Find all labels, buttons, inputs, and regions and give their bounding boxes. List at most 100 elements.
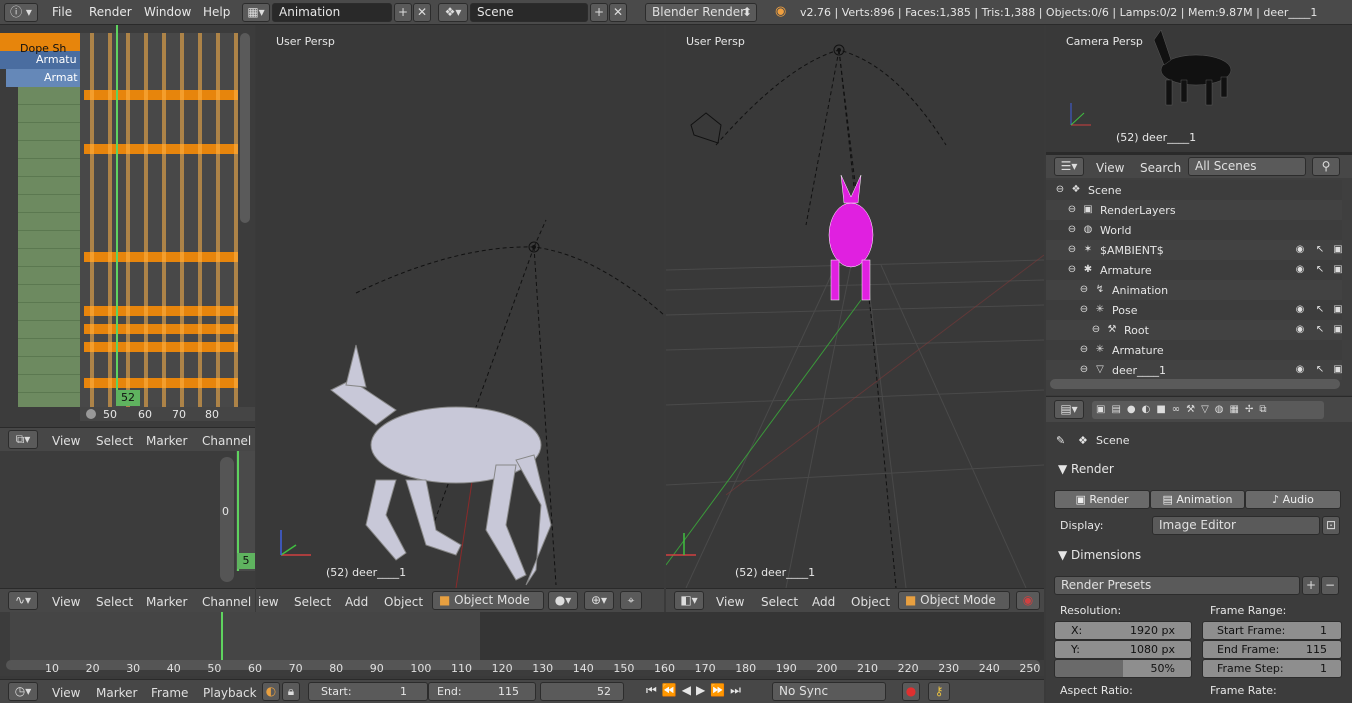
eye-icon[interactable]: ◉ bbox=[1294, 324, 1306, 336]
add-preset-button[interactable]: + bbox=[1302, 576, 1320, 595]
animation-button[interactable]: ▤ Animation bbox=[1150, 490, 1245, 509]
timeline-menu-playback[interactable]: Playback bbox=[203, 686, 257, 700]
vl-menu-view[interactable]: iew bbox=[258, 595, 279, 609]
outliner-item[interactable]: ⊖ ✶ $AMBIENT$ ◉ ↖ ▣ bbox=[1046, 240, 1343, 260]
timeline-menu-view[interactable]: View bbox=[52, 686, 80, 700]
scroll-handle-icon[interactable] bbox=[86, 409, 96, 419]
camera-icon[interactable]: ▣ bbox=[1332, 324, 1344, 336]
layout-selector-button[interactable]: ▦▾ bbox=[242, 3, 270, 22]
render-panel-header[interactable]: ▼ Render bbox=[1058, 462, 1114, 476]
info-editor-type-button[interactable]: ⓘ ▾ bbox=[4, 3, 38, 22]
vr-menu-select[interactable]: Select bbox=[761, 595, 798, 609]
dopesheet-menu-marker[interactable]: Marker bbox=[146, 434, 187, 448]
vl-menu-object[interactable]: Object bbox=[384, 595, 423, 609]
sync-mode-dropdown[interactable]: No Sync bbox=[772, 682, 886, 701]
expand-toggle-icon[interactable]: ⊖ bbox=[1078, 284, 1090, 296]
resolution-y-field[interactable]: Y: 1080 px bbox=[1054, 640, 1192, 659]
timeline-end-field[interactable]: End: 115 bbox=[428, 682, 536, 701]
start-frame-field[interactable]: Start Frame: 1 bbox=[1202, 621, 1342, 640]
layout-name-field[interactable]: Animation bbox=[272, 3, 392, 22]
current-frame-indicator[interactable]: 52 bbox=[116, 390, 140, 406]
viewport-left[interactable]: User Persp (52) deer____1 bbox=[256, 25, 664, 588]
dopesheet-menu-channel[interactable]: Channel bbox=[202, 434, 251, 448]
dopesheet-menu-view[interactable]: View bbox=[52, 434, 80, 448]
scene-name-field[interactable]: Scene bbox=[470, 3, 588, 22]
expand-toggle-icon[interactable]: ⊖ bbox=[1066, 224, 1078, 236]
remove-scene-button[interactable]: ✕ bbox=[609, 3, 627, 22]
outliner-item[interactable]: ⊖ ◍ World bbox=[1046, 220, 1342, 240]
vr-menu-object[interactable]: Object bbox=[851, 595, 890, 609]
graph-menu-marker[interactable]: Marker bbox=[146, 595, 187, 609]
frame-step-field[interactable]: Frame Step: 1 bbox=[1202, 659, 1342, 678]
properties-context-tabs[interactable]: ▣▤●◐■∞⚒▽◍▦✢⧉ bbox=[1092, 401, 1324, 419]
channel-list[interactable] bbox=[18, 87, 80, 407]
eye-icon[interactable]: ◉ bbox=[1294, 364, 1306, 376]
menu-file[interactable]: File bbox=[52, 5, 72, 19]
vl-menu-select[interactable]: Select bbox=[294, 595, 331, 609]
graph-menu-channel[interactable]: Channel bbox=[202, 595, 251, 609]
lock-time-button[interactable]: 🔒︎ bbox=[282, 682, 300, 701]
vr-mode-dropdown[interactable]: ■ Object Mode bbox=[898, 591, 1010, 610]
outliner-menu-view[interactable]: View bbox=[1096, 161, 1124, 175]
camera-icon[interactable]: ▣ bbox=[1332, 304, 1344, 316]
outliner-item[interactable]: ⊖ ▣ RenderLayers bbox=[1046, 200, 1342, 220]
outliner-editor-type-button[interactable]: ☰▾ bbox=[1054, 157, 1084, 176]
vl-pivot-button[interactable]: ⊕▾ bbox=[584, 591, 614, 610]
vl-mode-dropdown[interactable]: ■ Object Mode bbox=[432, 591, 544, 610]
vl-menu-add[interactable]: Add bbox=[345, 595, 368, 609]
record-button[interactable]: ● bbox=[902, 682, 920, 701]
graph-editor-type-button[interactable]: ∿▾ bbox=[8, 591, 38, 610]
lock-interface-button[interactable]: ⊡ bbox=[1322, 516, 1340, 535]
graph-editor[interactable]: 0 5 bbox=[0, 451, 255, 588]
playback-controls[interactable]: ⏮⏪◀▶⏩⏭ bbox=[646, 683, 766, 702]
eye-icon[interactable]: ◉ bbox=[1294, 304, 1306, 316]
pin-icon[interactable]: ✎ bbox=[1056, 434, 1065, 447]
eye-icon[interactable]: ◉ bbox=[1294, 264, 1306, 276]
expand-toggle-icon[interactable]: ⊖ bbox=[1066, 244, 1078, 256]
display-dropdown[interactable]: Image Editor bbox=[1152, 516, 1320, 535]
render-presets-dropdown[interactable]: Render Presets bbox=[1054, 576, 1300, 595]
outliner-tree[interactable]: ⊖ ❖ Scene ⊖ ▣ RenderLayers ⊖ ◍ World ⊖ ✶ $AMBIENT$ ◉… bbox=[1046, 178, 1352, 395]
cursor-icon[interactable]: ↖ bbox=[1314, 324, 1326, 336]
dopesheet-vertical-scrollbar[interactable] bbox=[240, 33, 250, 223]
cursor-icon[interactable]: ↖ bbox=[1314, 364, 1326, 376]
vr-shading-button[interactable]: ◉ bbox=[1016, 591, 1040, 610]
camera-viewport[interactable]: Camera Persp (52) deer____1 bbox=[1046, 25, 1352, 153]
outliner-item[interactable]: ⊖ ▽ deer____1 ◉ ↖ ▣ bbox=[1046, 360, 1343, 380]
outliner-item[interactable]: ⊖ ✱ Armature ◉ ↖ ▣ bbox=[1046, 260, 1343, 280]
expand-toggle-icon[interactable]: ⊖ bbox=[1090, 324, 1102, 336]
vr-menu-view[interactable]: View bbox=[716, 595, 744, 609]
graph-vertical-slider[interactable] bbox=[220, 457, 234, 582]
outliner-search-button[interactable]: ⚲ bbox=[1312, 157, 1340, 176]
outliner-item[interactable]: ⊖ ✳ Armature bbox=[1046, 340, 1342, 360]
outliner-item[interactable]: ⊖ ↯ Animation bbox=[1046, 280, 1342, 300]
outliner-item[interactable]: ⊖ ⚒ Root ◉ ↖ ▣ bbox=[1046, 320, 1344, 340]
audio-button[interactable]: ♪ Audio bbox=[1245, 490, 1341, 509]
graph-menu-view[interactable]: View bbox=[52, 595, 80, 609]
expand-toggle-icon[interactable]: ⊖ bbox=[1066, 264, 1078, 276]
add-layout-button[interactable]: + bbox=[394, 3, 412, 22]
expand-toggle-icon[interactable]: ⊖ bbox=[1066, 204, 1078, 216]
remove-preset-button[interactable]: − bbox=[1321, 576, 1339, 595]
vr-editor-type-button[interactable]: ◧▾ bbox=[674, 591, 704, 610]
scene-selector-button[interactable]: ❖▾ bbox=[438, 3, 468, 22]
cursor-icon[interactable]: ↖ bbox=[1314, 244, 1326, 256]
keying-set-button[interactable]: ⚷ bbox=[928, 682, 950, 701]
menu-help[interactable]: Help bbox=[203, 5, 230, 19]
current-frame-line[interactable] bbox=[116, 25, 118, 405]
menu-window[interactable]: Window bbox=[144, 5, 191, 19]
timeline-start-field[interactable]: Start: 1 bbox=[308, 682, 428, 701]
properties-editor-type-button[interactable]: ▤▾ bbox=[1054, 400, 1084, 419]
vl-manipulator-button[interactable]: ⌖ bbox=[620, 591, 642, 610]
cursor-icon[interactable]: ↖ bbox=[1314, 304, 1326, 316]
dimensions-panel-header[interactable]: ▼ Dimensions bbox=[1058, 548, 1141, 562]
viewport-right[interactable]: User Persp (52) deer____1 bbox=[666, 25, 1044, 588]
timeline-area[interactable] bbox=[0, 612, 1044, 676]
outliner-item[interactable]: ⊖ ✳ Pose ◉ ↖ ▣ bbox=[1046, 300, 1344, 320]
timeline-current-frame-line[interactable] bbox=[221, 612, 223, 660]
cursor-icon[interactable]: ↖ bbox=[1314, 264, 1326, 276]
add-scene-button[interactable]: + bbox=[590, 3, 608, 22]
timeline-menu-frame[interactable]: Frame bbox=[151, 686, 188, 700]
expand-toggle-icon[interactable]: ⊖ bbox=[1078, 344, 1090, 356]
resolution-x-field[interactable]: X: 1920 px bbox=[1054, 621, 1192, 640]
